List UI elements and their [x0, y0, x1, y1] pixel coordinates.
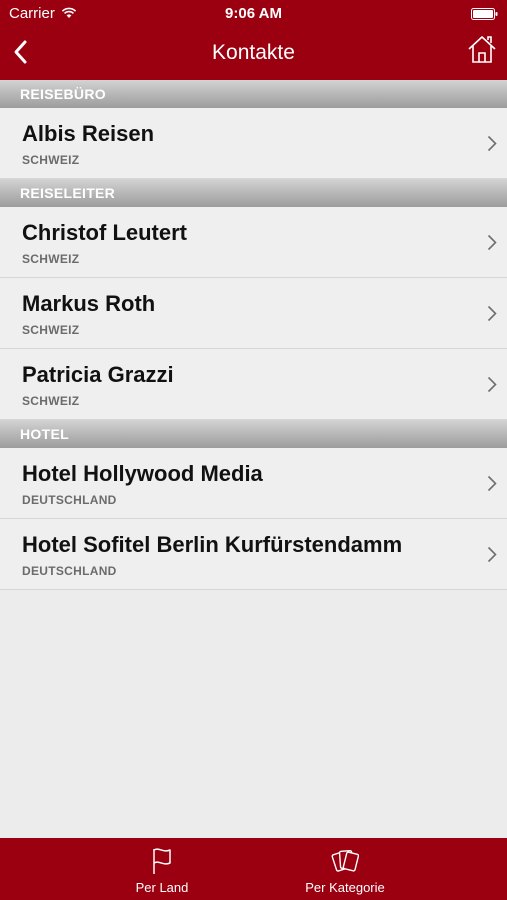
- contact-name: Markus Roth: [22, 291, 156, 316]
- tab-label: Per Land: [135, 880, 189, 895]
- home-icon[interactable]: [467, 34, 497, 64]
- list-item[interactable]: Hotel Hollywood Media DEUTSCHLAND: [0, 448, 507, 519]
- list-item[interactable]: Patricia Grazzi SCHWEIZ: [0, 349, 507, 420]
- contact-name: Hotel Hollywood Media: [22, 461, 263, 486]
- status-time: 9:06 AM: [225, 5, 282, 22]
- contact-country: SCHWEIZ: [22, 252, 80, 266]
- chevron-right-icon: [487, 135, 497, 152]
- list-item[interactable]: Albis Reisen SCHWEIZ: [0, 108, 507, 179]
- chevron-right-icon: [487, 234, 497, 251]
- page-title: Kontakte: [212, 41, 295, 64]
- chevron-right-icon: [487, 546, 497, 563]
- list-item[interactable]: Christof Leutert SCHWEIZ: [0, 207, 507, 278]
- section-header-reisebuero: REISEBÜRO: [0, 80, 507, 108]
- contact-name: Albis Reisen: [22, 121, 155, 146]
- flag-icon: [153, 848, 171, 874]
- chevron-right-icon: [487, 376, 497, 393]
- section-header-hotel: HOTEL: [0, 420, 507, 448]
- list-item[interactable]: Markus Roth SCHWEIZ: [0, 278, 507, 349]
- battery-icon: [471, 8, 498, 20]
- top-bar: Carrier 9:06 AM Kontakte: [0, 0, 507, 80]
- contact-country: DEUTSCHLAND: [22, 564, 117, 578]
- contact-name: Hotel Sofitel Berlin Kurfürstendamm: [22, 532, 403, 557]
- navigation-bar: Kontakte: [0, 28, 507, 80]
- section-header-reiseleiter: REISELEITER: [0, 179, 507, 207]
- tab-per-land[interactable]: Per Land: [82, 838, 242, 900]
- list-item[interactable]: Hotel Sofitel Berlin Kurfürstendamm DEUT…: [0, 519, 507, 590]
- contacts-list: REISEBÜRO Albis Reisen SCHWEIZ REISELEIT…: [0, 80, 507, 590]
- contact-country: SCHWEIZ: [22, 153, 80, 167]
- tab-per-kategorie[interactable]: Per Kategorie: [265, 838, 425, 900]
- cards-icon: [331, 850, 359, 872]
- contact-country: SCHWEIZ: [22, 323, 80, 337]
- chevron-right-icon: [487, 475, 497, 492]
- tab-label: Per Kategorie: [305, 880, 385, 895]
- chevron-right-icon: [487, 305, 497, 322]
- contact-country: DEUTSCHLAND: [22, 493, 117, 507]
- contact-country: SCHWEIZ: [22, 394, 80, 408]
- contact-name: Patricia Grazzi: [22, 362, 174, 387]
- tab-bar: Per Land Per Kategorie: [0, 838, 507, 900]
- contact-name: Christof Leutert: [22, 220, 187, 245]
- status-bar: Carrier 9:06 AM: [0, 0, 507, 28]
